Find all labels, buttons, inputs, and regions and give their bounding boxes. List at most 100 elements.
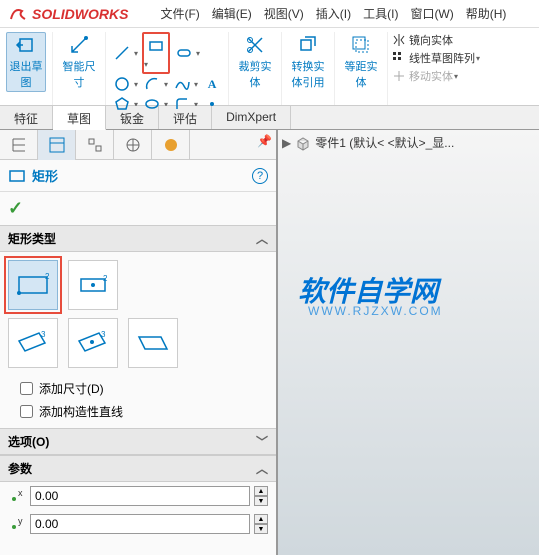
chevron-down-icon[interactable]: ▾ <box>134 80 138 89</box>
config-manager-tab[interactable] <box>76 130 114 160</box>
corner-rectangle-button[interactable]: 2 <box>8 260 58 310</box>
transform-group: 镜向实体 线性草图阵列▾ 移动实体▾ <box>388 32 484 105</box>
3point-center-rect-button[interactable]: 3 <box>68 318 118 368</box>
arc-tool-icon[interactable] <box>142 74 162 94</box>
chevron-down-icon[interactable]: ▾ <box>134 49 138 58</box>
tab-dimxpert[interactable]: DimXpert <box>212 106 291 129</box>
param-y-row: y ▲▼ <box>0 510 276 538</box>
param-x-row: x ▲▼ <box>0 482 276 510</box>
line-tool-icon[interactable] <box>112 43 132 63</box>
x-spin-up[interactable]: ▲ <box>254 486 268 496</box>
polygon-tool-icon[interactable] <box>112 94 132 114</box>
svg-text:2: 2 <box>103 274 108 283</box>
smart-dim-icon <box>68 34 90 56</box>
circle-tool-icon[interactable] <box>112 74 132 94</box>
svg-text:3: 3 <box>41 330 46 339</box>
rect-types-grid: 2 2 <box>0 252 276 318</box>
chevron-up-icon[interactable]: ︿ <box>256 230 268 247</box>
rectangle-icon <box>8 168 26 184</box>
offset-entities-button[interactable]: 等距实体 <box>341 32 381 92</box>
mirror-entities-button[interactable]: 镜向实体 <box>392 32 480 48</box>
x-value-input[interactable] <box>30 486 250 506</box>
convert-entities-button[interactable]: 转换实体引用 <box>288 32 328 92</box>
svg-text:3: 3 <box>101 330 106 339</box>
menu-insert[interactable]: 插入(I) <box>312 3 355 24</box>
svg-text:2: 2 <box>45 272 50 281</box>
breadcrumb: ▶ 零件1 (默认< <默认>_显... <box>282 134 454 151</box>
property-manager: 📌 矩形 ? ✓ 矩形类型 ︿ 2 2 3 3 添加尺寸(D) 添加构造性直线 … <box>0 130 278 555</box>
options-header[interactable]: 选项(O) ﹀ <box>0 428 276 455</box>
params-header[interactable]: 参数 ︿ <box>0 455 276 482</box>
trim-icon <box>244 34 266 56</box>
rect-types-grid-2: 3 3 <box>0 318 276 376</box>
ellipse-tool-icon[interactable] <box>142 94 162 114</box>
exit-sketch-icon <box>15 34 37 56</box>
3point-corner-rect-button[interactable]: 3 <box>8 318 58 368</box>
y-spin-up[interactable]: ▲ <box>254 514 268 524</box>
property-manager-tab[interactable] <box>38 130 76 160</box>
main-area: 📌 矩形 ? ✓ 矩形类型 ︿ 2 2 3 3 添加尺寸(D) 添加构造性直线 … <box>0 130 539 555</box>
help-icon[interactable]: ? <box>252 168 268 184</box>
ribbon-toolbar: 退出草图 智能尺寸 ▾ ▾ ▾ ▾ ▾ ▾ A ▾ ▾ ▾ 裁剪实体 <box>0 28 539 106</box>
chevron-down-icon[interactable]: ﹀ <box>256 433 268 450</box>
menu-edit[interactable]: 编辑(E) <box>208 3 256 24</box>
graphics-viewport[interactable]: ▶ 零件1 (默认< <默认>_显... 软件自学网 WWW.RJZXW.COM <box>278 130 539 555</box>
fillet-tool-icon[interactable] <box>172 94 192 114</box>
pin-panel-icon[interactable]: 📌 <box>257 134 272 148</box>
x-coord-icon: x <box>8 487 26 505</box>
title-bar: SOLIDWORKS 文件(F) 编辑(E) 视图(V) 插入(I) 工具(I)… <box>0 0 539 28</box>
text-tool-icon[interactable]: A <box>202 74 222 94</box>
convert-icon <box>297 34 319 56</box>
trim-entities-button[interactable]: 裁剪实体 <box>235 32 275 92</box>
part-icon <box>295 135 311 151</box>
dimxpert-manager-tab[interactable] <box>114 130 152 160</box>
x-spin-down[interactable]: ▼ <box>254 496 268 506</box>
tab-feature[interactable]: 特征 <box>0 106 53 129</box>
move-entities-button: 移动实体▾ <box>392 68 480 84</box>
chevron-up-icon[interactable]: ︿ <box>256 460 268 477</box>
menu-tools[interactable]: 工具(I) <box>359 3 402 24</box>
add-dimensions-checkbox[interactable]: 添加尺寸(D) <box>20 380 256 397</box>
rectangle-tool-icon[interactable] <box>146 36 166 56</box>
panel-title: 矩形 <box>32 166 246 185</box>
side-panel-tabs <box>0 130 276 160</box>
point-tool-icon[interactable] <box>202 94 222 114</box>
svg-text:y: y <box>18 517 23 526</box>
spline-tool-icon[interactable] <box>172 74 192 94</box>
y-spin-down[interactable]: ▼ <box>254 524 268 534</box>
breadcrumb-arrow-icon[interactable]: ▶ <box>282 136 291 150</box>
parallelogram-button[interactable] <box>128 318 178 368</box>
solidworks-logo-icon <box>8 5 28 23</box>
center-rectangle-button[interactable]: 2 <box>68 260 118 310</box>
chevron-down-icon[interactable]: ▾ <box>164 80 168 89</box>
y-value-input[interactable] <box>30 514 250 534</box>
exit-sketch-button[interactable]: 退出草图 <box>6 32 46 92</box>
watermark-url: WWW.RJZXW.COM <box>308 304 443 318</box>
linear-pattern-button[interactable]: 线性草图阵列▾ <box>392 50 480 66</box>
rect-options: 添加尺寸(D) 添加构造性直线 <box>0 376 276 428</box>
chevron-down-icon[interactable]: ▾ <box>194 80 198 89</box>
breadcrumb-part-name[interactable]: 零件1 (默认< <默认>_显... <box>315 134 454 151</box>
slot-tool-icon[interactable] <box>174 43 194 63</box>
confirm-row: ✓ <box>0 192 276 225</box>
menu-window[interactable]: 窗口(W) <box>406 3 457 24</box>
add-construction-checkbox[interactable]: 添加构造性直线 <box>20 403 256 420</box>
feature-tree-tab[interactable] <box>0 130 38 160</box>
tab-sketch[interactable]: 草图 <box>53 106 106 130</box>
display-manager-tab[interactable] <box>152 130 190 160</box>
menu-file[interactable]: 文件(F) <box>156 3 203 24</box>
feature-tabs: 特征 草图 钣金 评估 DimXpert <box>0 106 539 130</box>
svg-text:x: x <box>18 489 23 498</box>
offset-icon <box>350 34 372 56</box>
y-coord-icon: y <box>8 515 26 533</box>
chevron-down-icon[interactable]: ▾ <box>144 60 148 69</box>
smart-dimension-button[interactable]: 智能尺寸 <box>59 32 99 92</box>
rect-types-header[interactable]: 矩形类型 ︿ <box>0 225 276 252</box>
ok-button[interactable]: ✓ <box>8 198 23 218</box>
chevron-down-icon[interactable]: ▾ <box>196 49 200 58</box>
menu-view[interactable]: 视图(V) <box>260 3 308 24</box>
app-logo: SOLIDWORKS <box>0 5 136 23</box>
app-name: SOLIDWORKS <box>32 6 128 22</box>
menu-help[interactable]: 帮助(H) <box>462 3 511 24</box>
panel-header: 矩形 ? <box>0 160 276 192</box>
